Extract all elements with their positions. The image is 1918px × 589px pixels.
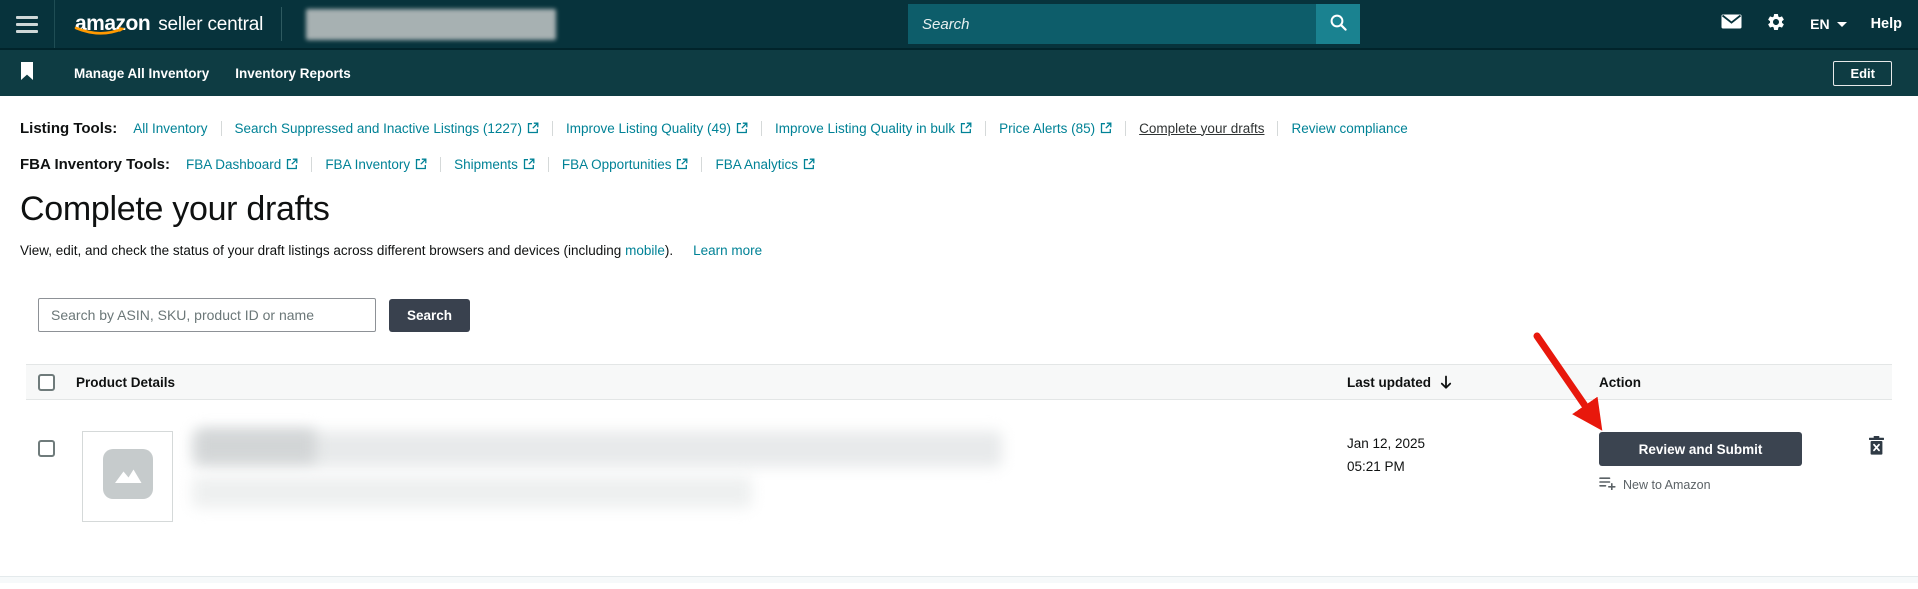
- separator: [220, 120, 222, 136]
- separator: [311, 156, 313, 172]
- language-selector[interactable]: EN: [1810, 16, 1847, 32]
- new-to-amazon-badge: New to Amazon: [1599, 476, 1802, 493]
- external-link-icon: [1101, 122, 1112, 134]
- trash-icon: [1868, 436, 1885, 459]
- playlist-add-icon: [1599, 476, 1616, 493]
- link-suppressed-listings[interactable]: Search Suppressed and Inactive Listings …: [235, 121, 539, 136]
- global-search-button[interactable]: [1316, 4, 1360, 44]
- image-placeholder-icon: [102, 448, 154, 505]
- link-price-alerts[interactable]: Price Alerts (85): [999, 121, 1112, 136]
- learn-more-link[interactable]: Learn more: [693, 243, 762, 258]
- separator: [1277, 120, 1279, 136]
- external-link-icon: [527, 122, 539, 134]
- link-complete-your-drafts[interactable]: Complete your drafts: [1139, 121, 1264, 136]
- product-image-placeholder: [82, 431, 173, 522]
- external-link-icon: [287, 158, 298, 170]
- bottom-strip: [0, 577, 1918, 583]
- messages-button[interactable]: [1721, 14, 1742, 34]
- separator: [701, 156, 703, 172]
- search-icon: [1329, 13, 1348, 35]
- badge-label: New to Amazon: [1623, 477, 1711, 492]
- description-text-end: ).: [664, 243, 674, 258]
- fba-tools-label: FBA Inventory Tools:: [20, 155, 170, 173]
- column-header-action: Action: [1599, 375, 1641, 390]
- separator: [985, 120, 987, 136]
- main-content: Listing Tools: All Inventory Search Supp…: [0, 96, 1918, 583]
- edit-button[interactable]: Edit: [1833, 60, 1892, 86]
- review-and-submit-button[interactable]: Review and Submit: [1599, 432, 1802, 466]
- external-link-icon: [803, 158, 815, 170]
- link-fba-analytics[interactable]: FBA Analytics: [715, 157, 815, 172]
- nav-manage-all-inventory[interactable]: Manage All Inventory: [74, 66, 209, 81]
- mail-icon: [1721, 14, 1742, 34]
- global-search-bar: [908, 4, 1360, 44]
- header-actions: EN Help: [1721, 0, 1902, 48]
- external-link-icon: [677, 158, 688, 170]
- external-link-icon: [736, 122, 748, 134]
- chevron-down-icon: [1836, 21, 1847, 27]
- external-link-icon: [415, 158, 427, 170]
- row-checkbox[interactable]: [38, 440, 55, 457]
- language-label: EN: [1810, 16, 1830, 32]
- action-cell: Review and Submit New to Amazon: [1599, 432, 1802, 493]
- column-header-last-updated[interactable]: Last updated: [1347, 375, 1453, 390]
- listing-tools-label: Listing Tools:: [20, 119, 118, 137]
- help-link[interactable]: Help: [1871, 16, 1902, 32]
- settings-button[interactable]: [1766, 12, 1786, 37]
- separator: [551, 120, 553, 136]
- global-search-input[interactable]: [908, 4, 1316, 44]
- separator: [1125, 120, 1127, 136]
- external-link-icon: [523, 158, 535, 170]
- product-details-blurred: [192, 428, 1182, 516]
- header-divider-2: [281, 7, 283, 41]
- amazon-seller-central-logo[interactable]: amazon seller central: [74, 12, 264, 36]
- drafts-search-button[interactable]: Search: [389, 298, 471, 332]
- last-updated-time: 05:21 PM: [1347, 458, 1405, 474]
- drafts-search-row: Search: [38, 298, 1918, 332]
- table-header-row: Product Details Last updated Action: [26, 364, 1892, 400]
- delete-draft-button[interactable]: [1868, 436, 1885, 459]
- link-review-compliance[interactable]: Review compliance: [1291, 121, 1407, 136]
- account-name-blurred[interactable]: [306, 8, 557, 40]
- link-fba-opportunities[interactable]: FBA Opportunities: [562, 157, 689, 172]
- external-link-icon: [960, 122, 972, 134]
- separator: [761, 120, 763, 136]
- last-updated-date: Jan 12, 2025: [1347, 436, 1426, 451]
- link-improve-listing-quality[interactable]: Improve Listing Quality (49): [566, 121, 748, 136]
- header-divider: [54, 0, 55, 48]
- last-updated-cell: Jan 12, 2025 05:21 PM: [1347, 433, 1425, 479]
- top-header: amazon seller central Search EN Help: [0, 0, 1918, 48]
- page-title: Complete your drafts: [20, 190, 330, 228]
- page-description: View, edit, and check the status of your…: [20, 243, 1918, 258]
- link-improve-listing-quality-bulk[interactable]: Improve Listing Quality in bulk: [775, 121, 972, 136]
- sort-descending-icon: [1440, 375, 1452, 389]
- drafts-table: Product Details Last updated Action Jan …: [26, 364, 1892, 522]
- gear-icon: [1766, 12, 1786, 37]
- link-fba-dashboard[interactable]: FBA Dashboard: [186, 157, 298, 172]
- seller-central-page: amazon seller central Search EN Help Man…: [0, 0, 1918, 589]
- separator: [440, 156, 442, 172]
- inventory-subnav: Manage All Inventory Inventory Reports E…: [0, 48, 1918, 96]
- drafts-search-input[interactable]: [38, 298, 376, 332]
- select-all-checkbox[interactable]: [38, 374, 55, 391]
- link-all-inventory[interactable]: All Inventory: [133, 121, 207, 136]
- hamburger-menu-icon[interactable]: [0, 0, 54, 48]
- link-fba-inventory[interactable]: FBA Inventory: [325, 157, 427, 172]
- seller-central-logo-text: seller central: [158, 14, 264, 35]
- fba-tools-row: FBA Inventory Tools: FBA Dashboard FBA I…: [20, 154, 1918, 174]
- nav-inventory-reports[interactable]: Inventory Reports: [235, 66, 351, 81]
- column-header-product-details: Product Details: [76, 375, 176, 390]
- bottom-spacer: [0, 522, 1918, 576]
- link-shipments[interactable]: Shipments: [454, 157, 535, 172]
- bookmark-icon: [20, 61, 34, 85]
- bookmark-button[interactable]: [20, 61, 34, 85]
- table-row: Jan 12, 2025 05:21 PM Review and Submit …: [26, 400, 1892, 522]
- listing-tools-row: Listing Tools: All Inventory Search Supp…: [20, 118, 1918, 138]
- description-text: View, edit, and check the status of your…: [20, 243, 626, 258]
- mobile-link[interactable]: mobile: [625, 243, 665, 258]
- separator: [547, 156, 549, 172]
